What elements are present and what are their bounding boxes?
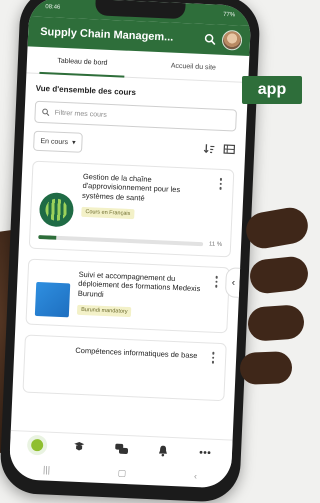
course-badge: Cours en Français <box>81 207 134 219</box>
finger <box>239 351 292 385</box>
course-card[interactable]: Suivi et accompagnement du déploiement d… <box>25 259 230 334</box>
filter-row: En cours ▾ <box>33 131 236 160</box>
course-badge: Burundi mandatory <box>77 305 132 317</box>
phone-screen: 08:46 77% Supply Chain Managem... Tablea… <box>9 0 252 489</box>
view-layout-icon[interactable] <box>223 144 235 155</box>
progress-label: 11 % <box>209 241 222 248</box>
course-title[interactable]: Suivi et accompagnement du déploiement d… <box>78 270 221 304</box>
course-card[interactable]: Compétences informatiques de base <box>22 335 226 402</box>
section-title: Vue d'ensemble des cours <box>36 84 238 102</box>
sort-icon[interactable] <box>203 143 215 154</box>
nav-home-icon[interactable] <box>27 435 48 456</box>
course-card[interactable]: Gestion de la chaîne d'approvisionnement… <box>29 161 235 258</box>
status-filter-dropdown[interactable]: En cours ▾ <box>33 131 83 153</box>
nav-notifications-bell-icon[interactable] <box>153 440 174 461</box>
course-image <box>39 192 74 227</box>
more-options-icon[interactable] <box>217 178 225 190</box>
home-icon[interactable]: ▢ <box>118 467 127 478</box>
status-time: 08:46 <box>45 4 60 11</box>
finger <box>247 304 305 342</box>
main-content: Vue d'ensemble des cours Filtrer mes cou… <box>12 73 248 409</box>
tab-site-home[interactable]: Accueil du site <box>137 51 249 82</box>
course-title[interactable]: Compétences informatiques de base <box>75 346 217 362</box>
search-input[interactable]: Filtrer mes cours <box>34 101 237 132</box>
progress-bar <box>38 235 203 246</box>
more-options-icon[interactable] <box>212 276 220 288</box>
tab-dashboard[interactable]: Tableau de bord <box>26 46 138 77</box>
course-progress: 11 % <box>38 234 222 248</box>
search-icon <box>42 108 50 116</box>
search-icon[interactable] <box>204 33 217 46</box>
progress-fill <box>38 235 56 240</box>
phone-device: 08:46 77% Supply Chain Managem... Tablea… <box>0 0 261 503</box>
app-tag-label: app <box>242 76 302 104</box>
course-title[interactable]: Gestion de la chaîne d'approvisionnement… <box>82 172 225 206</box>
nav-more-icon[interactable] <box>195 442 216 463</box>
finger <box>248 255 309 295</box>
more-options-icon[interactable] <box>209 352 217 364</box>
recents-icon[interactable]: ||| <box>43 464 50 474</box>
filter-label: En cours <box>40 137 68 145</box>
course-image <box>35 282 70 317</box>
avatar[interactable] <box>222 30 243 51</box>
finger <box>243 205 310 251</box>
status-battery: 77% <box>223 12 235 19</box>
back-icon[interactable]: ‹ <box>194 471 197 481</box>
app-title: Supply Chain Managem... <box>40 26 198 45</box>
drawer-toggle-chevron-left-icon[interactable]: ‹ <box>225 267 242 298</box>
search-placeholder: Filtrer mes cours <box>55 109 107 118</box>
nav-messages-icon[interactable] <box>111 438 132 459</box>
nav-courses-icon[interactable] <box>69 437 90 458</box>
chevron-down-icon: ▾ <box>72 138 76 146</box>
